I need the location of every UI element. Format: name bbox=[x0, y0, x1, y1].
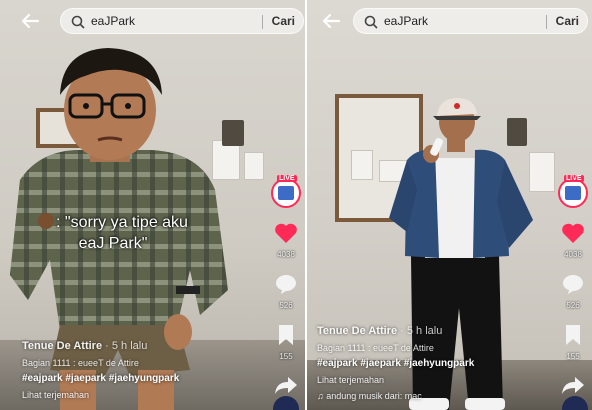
video-info: Tenue De Attire · 5 h lalu Bagian 1111 :… bbox=[317, 325, 474, 401]
save-count: 155 bbox=[279, 352, 293, 361]
avatar bbox=[565, 186, 581, 200]
avatar bbox=[278, 186, 294, 200]
save-count: 155 bbox=[566, 352, 580, 361]
post-time: · 5 h lalu bbox=[397, 325, 443, 337]
search-submit-button[interactable]: Cari bbox=[556, 14, 579, 28]
live-badge: LIVE bbox=[564, 175, 584, 182]
action-rail: LIVE 4038 526 155 163 bbox=[558, 175, 588, 410]
share-icon bbox=[562, 377, 584, 394]
search-box[interactable]: eaJPark Cari bbox=[353, 8, 588, 34]
see-translation-link[interactable]: Lihat terjemahan bbox=[317, 375, 474, 385]
hashtags[interactable]: #eajpark #jaepark #jaehyungpark bbox=[317, 358, 474, 369]
comment-icon bbox=[563, 275, 583, 294]
like-count: 4038 bbox=[564, 250, 582, 259]
comment-button[interactable]: 526 bbox=[558, 273, 588, 310]
search-box[interactable]: eaJPark Cari bbox=[60, 8, 304, 34]
save-button[interactable]: 155 bbox=[558, 324, 588, 361]
wall-note bbox=[351, 150, 373, 180]
comment-button[interactable]: 526 bbox=[271, 273, 301, 310]
author-name[interactable]: Tenue De Attire bbox=[22, 340, 102, 352]
video-info: Tenue De Attire · 5 h lalu Bagian 1111 :… bbox=[22, 340, 179, 400]
video-card-left[interactable]: : "sorry ya tipe aku eaJ Park" eaJPark C… bbox=[0, 0, 305, 410]
search-divider bbox=[546, 15, 547, 29]
music-credit[interactable]: ♫ andung musik dari: mac bbox=[317, 391, 474, 401]
video-caption: : "sorry ya tipe aku eaJ Park" bbox=[38, 212, 188, 254]
heart-icon bbox=[562, 223, 584, 243]
author-name[interactable]: Tenue De Attire bbox=[317, 325, 397, 337]
face-emoji-icon bbox=[38, 213, 54, 229]
series-part[interactable]: Bagian 1111 : eueeT de Attire bbox=[22, 358, 179, 368]
bookmark-icon bbox=[566, 325, 580, 345]
save-button[interactable]: 155 bbox=[271, 324, 301, 361]
live-avatar-button[interactable]: LIVE bbox=[558, 175, 588, 208]
search-divider bbox=[262, 15, 263, 29]
live-badge: LIVE bbox=[277, 175, 297, 182]
video-card-right[interactable]: eaJPark Cari LIVE 4038 526 155 Tenue De … bbox=[307, 0, 592, 410]
heart-icon bbox=[275, 223, 297, 243]
top-search-bar: eaJPark Cari bbox=[0, 6, 305, 36]
like-button[interactable]: 4038 bbox=[271, 222, 301, 259]
search-icon bbox=[364, 15, 378, 29]
top-search-bar: eaJPark Cari bbox=[307, 6, 592, 36]
hashtags[interactable]: #eajpark #jaepark #jaehyungpark bbox=[22, 373, 179, 384]
caption-line-1: : "sorry ya tipe aku bbox=[56, 214, 188, 231]
live-avatar-button[interactable]: LIVE bbox=[271, 175, 301, 208]
caption-line-2: eaJ Park" bbox=[78, 235, 148, 252]
series-part[interactable]: Bagian 1111 : eueeT de Attire bbox=[317, 343, 474, 353]
search-query-text[interactable]: eaJPark bbox=[91, 14, 135, 28]
share-icon bbox=[275, 377, 297, 394]
comment-count: 526 bbox=[279, 301, 293, 310]
tiktok-search-results: : "sorry ya tipe aku eaJ Park" eaJPark C… bbox=[0, 0, 592, 410]
like-count: 4038 bbox=[277, 250, 295, 259]
search-icon bbox=[71, 15, 85, 29]
back-arrow-icon[interactable] bbox=[321, 11, 341, 31]
comment-count: 526 bbox=[566, 301, 580, 310]
search-query-text[interactable]: eaJPark bbox=[384, 14, 428, 28]
see-translation-link[interactable]: Lihat terjemahan bbox=[22, 390, 179, 400]
post-time: · 5 h lalu bbox=[102, 340, 148, 352]
back-arrow-icon[interactable] bbox=[20, 11, 40, 31]
action-rail: LIVE 4038 526 155 163 bbox=[271, 175, 301, 410]
search-submit-button[interactable]: Cari bbox=[272, 14, 295, 28]
bookmark-icon bbox=[279, 325, 293, 345]
comment-icon bbox=[276, 275, 296, 294]
like-button[interactable]: 4038 bbox=[558, 222, 588, 259]
